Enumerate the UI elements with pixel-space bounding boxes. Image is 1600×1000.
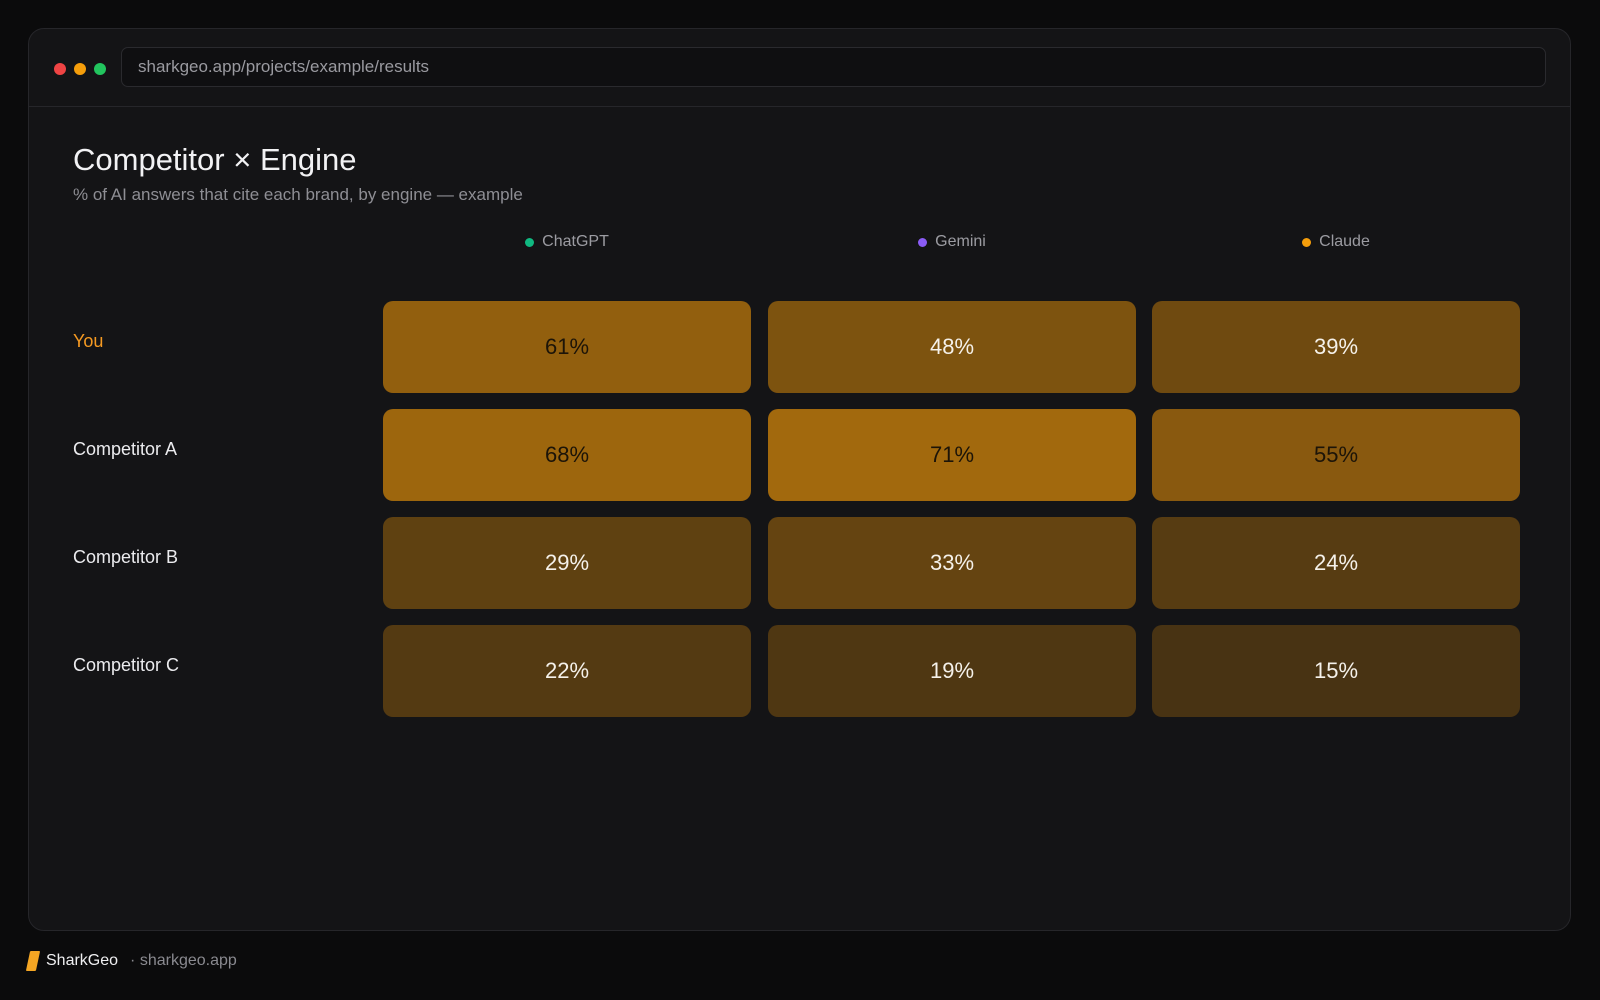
footer-brand: SharkGeo: [46, 952, 119, 969]
maximize-window-button[interactable]: [94, 63, 106, 75]
sharkgeo-logo-icon: [25, 951, 41, 971]
page-title: Competitor × Engine: [73, 142, 357, 177]
footer: SharkGeo · sharkgeo.app: [25, 951, 237, 971]
footer-site-link[interactable]: · sharkgeo.app: [130, 952, 237, 970]
heatmap-panel: Competitor × Engine % of AI answers that…: [73, 107, 1526, 930]
heatmap-cell[interactable]: 15%: [1152, 625, 1520, 717]
heatmap-cell[interactable]: 19%: [768, 625, 1136, 717]
column-header-gemini: Gemini: [768, 233, 1136, 251]
minimize-window-button[interactable]: [74, 63, 86, 75]
heatmap-cell[interactable]: 48%: [768, 301, 1136, 393]
heatmap-cell[interactable]: 22%: [383, 625, 751, 717]
address-bar-url: sharkgeo.app/projects/example/results: [138, 57, 430, 76]
heatmap-cell[interactable]: 24%: [1152, 517, 1520, 609]
row-label-competitor-c: Competitor C: [73, 655, 180, 675]
column-header-chatgpt: ChatGPT: [383, 233, 751, 251]
claude-legend-dot-icon: [1302, 237, 1312, 247]
window-controls: [54, 63, 106, 75]
row-label-competitor-b: Competitor B: [73, 547, 179, 567]
row-label-you: You: [73, 331, 104, 351]
column-header-label: Gemini: [935, 233, 986, 250]
heatmap-cell[interactable]: 33%: [768, 517, 1136, 609]
chatgpt-legend-dot-icon: [525, 237, 535, 247]
heatmap-cell[interactable]: 71%: [768, 409, 1136, 501]
gemini-legend-dot-icon: [918, 237, 928, 247]
column-header-label: Claude: [1319, 233, 1370, 250]
window-titlebar: sharkgeo.app/projects/example/results: [29, 29, 1570, 107]
heatmap-cell[interactable]: 55%: [1152, 409, 1520, 501]
row-label-competitor-a: Competitor A: [73, 439, 178, 459]
page-subtitle: % of AI answers that cite each brand, by…: [73, 185, 523, 204]
address-bar[interactable]: sharkgeo.app/projects/example/results: [121, 47, 1546, 87]
column-header-claude: Claude: [1152, 233, 1520, 251]
heatmap-cell[interactable]: 29%: [383, 517, 751, 609]
close-window-button[interactable]: [54, 63, 66, 75]
heatmap-cell[interactable]: 39%: [1152, 301, 1520, 393]
heatmap-cell[interactable]: 61%: [383, 301, 751, 393]
browser-window: sharkgeo.app/projects/example/results Co…: [28, 28, 1571, 931]
column-header-label: ChatGPT: [542, 233, 609, 250]
heatmap-cell[interactable]: 68%: [383, 409, 751, 501]
